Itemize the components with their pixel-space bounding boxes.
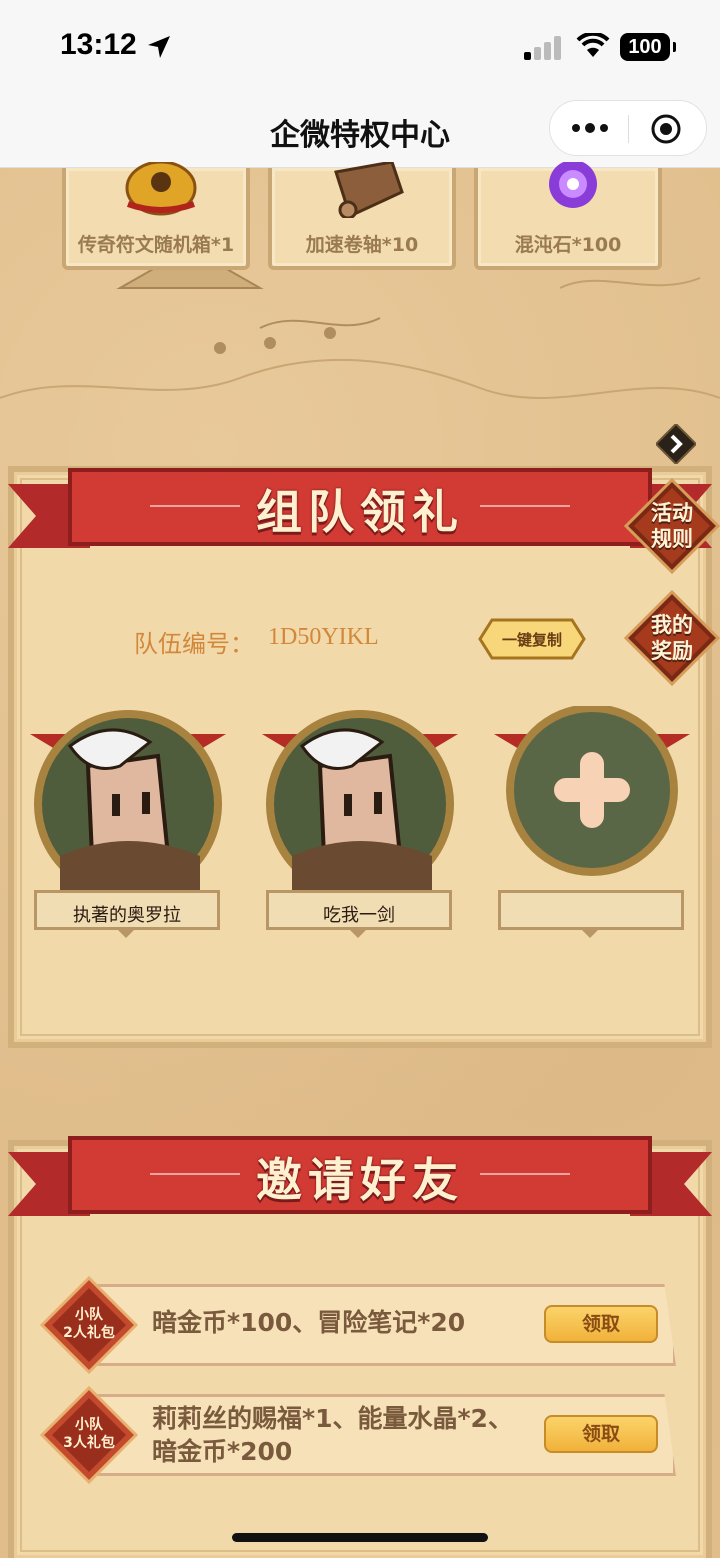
close-mini-program-icon[interactable] [650,113,682,145]
add-member-icon [494,706,690,876]
home-indicator[interactable] [232,1533,488,1542]
claim-button[interactable]: 领取 [544,1305,658,1343]
badge-line2: 2人礼包 [63,1325,115,1341]
reward-card: 传奇符文随机箱*1 [62,162,250,270]
battery-indicator: 100 [620,33,676,61]
team-member-slot[interactable]: 执著的奥罗拉 [30,706,226,938]
signal-icon [524,36,561,60]
claim-button[interactable]: 领取 [544,1415,658,1453]
plate-notch [118,930,134,938]
my-rewards-label: 我的奖励 [651,613,693,663]
chaos-stone-icon [549,162,597,208]
member-name-plate: 吃我一剑 [266,890,452,930]
nav-bar: 企微特权中心 [0,92,720,168]
invite-section-title: 邀请好友 [256,1153,464,1207]
expand-arrow-icon[interactable] [656,424,696,464]
reward-label: 加速卷轴*10 [305,234,419,256]
status-time: 13:12 [60,28,137,61]
badge-line2: 3人礼包 [63,1435,115,1451]
reward-description: 莉莉丝的赐福*1、能量水晶*2、 暗金币*200 [152,1402,513,1468]
reward-description: 暗金币*100、冒险笔记*20 [152,1306,465,1339]
member-avatar [262,710,458,898]
reward-text-line2: 暗金币*200 [152,1437,293,1466]
team-id-value: 1D50YIKL [268,624,379,650]
invite-member-slot[interactable] [494,706,690,938]
my-rewards-button[interactable]: 我的奖励 [623,589,720,687]
status-bar: 13:12 100 [0,0,720,92]
team-id-label: 队伍编号： [134,632,254,658]
member-name-plate: 执著的奥罗拉 [34,890,220,930]
activity-rules-label: 活动规则 [651,501,693,551]
more-icon[interactable] [570,115,610,141]
activity-rules-button[interactable]: 活动规则 [623,477,720,575]
invite-reward-row: 小队 3人礼包 莉莉丝的赐福*1、能量水晶*2、 暗金币*200 领取 [40,1386,680,1484]
badge-line1: 小队 [75,1307,103,1323]
copy-button-label: 一键复制 [501,631,562,649]
reward-card: 加速卷轴*10 [268,162,456,270]
mini-program-capsule [549,100,707,156]
wifi-icon [576,33,610,57]
reward-card: 混沌石*100 [474,162,662,270]
reward-label: 传奇符文随机箱*1 [77,234,235,256]
member-name: 吃我一剑 [323,905,395,926]
plate-notch [350,930,366,938]
badge-text: 小队 2人礼包 [40,1306,138,1342]
reward-label: 混沌石*100 [514,234,622,256]
plate-notch [582,930,598,938]
rune-bag-icon [125,162,197,216]
reward-text-line1: 暗金币*100、冒险笔记*20 [152,1308,466,1337]
badge-line1: 小队 [75,1417,103,1433]
member-name: 执著的奥罗拉 [73,905,181,926]
location-arrow-icon [148,36,170,58]
team-member-slot[interactable]: 吃我一剑 [262,706,458,938]
capsule-divider [628,115,629,143]
member-avatar [30,710,226,898]
member-name-plate [498,890,684,930]
team-section-title: 组队领礼 [256,485,464,539]
scroll-icon [334,162,404,218]
reward-text-line1: 莉莉丝的赐福*1、能量水晶*2、 [152,1404,513,1433]
invite-reward-row: 小队 2人礼包 暗金币*100、冒险笔记*20 领取 [40,1276,680,1374]
copy-team-id-button[interactable]: 一键复制 [478,618,586,660]
badge-text: 小队 3人礼包 [40,1416,138,1452]
